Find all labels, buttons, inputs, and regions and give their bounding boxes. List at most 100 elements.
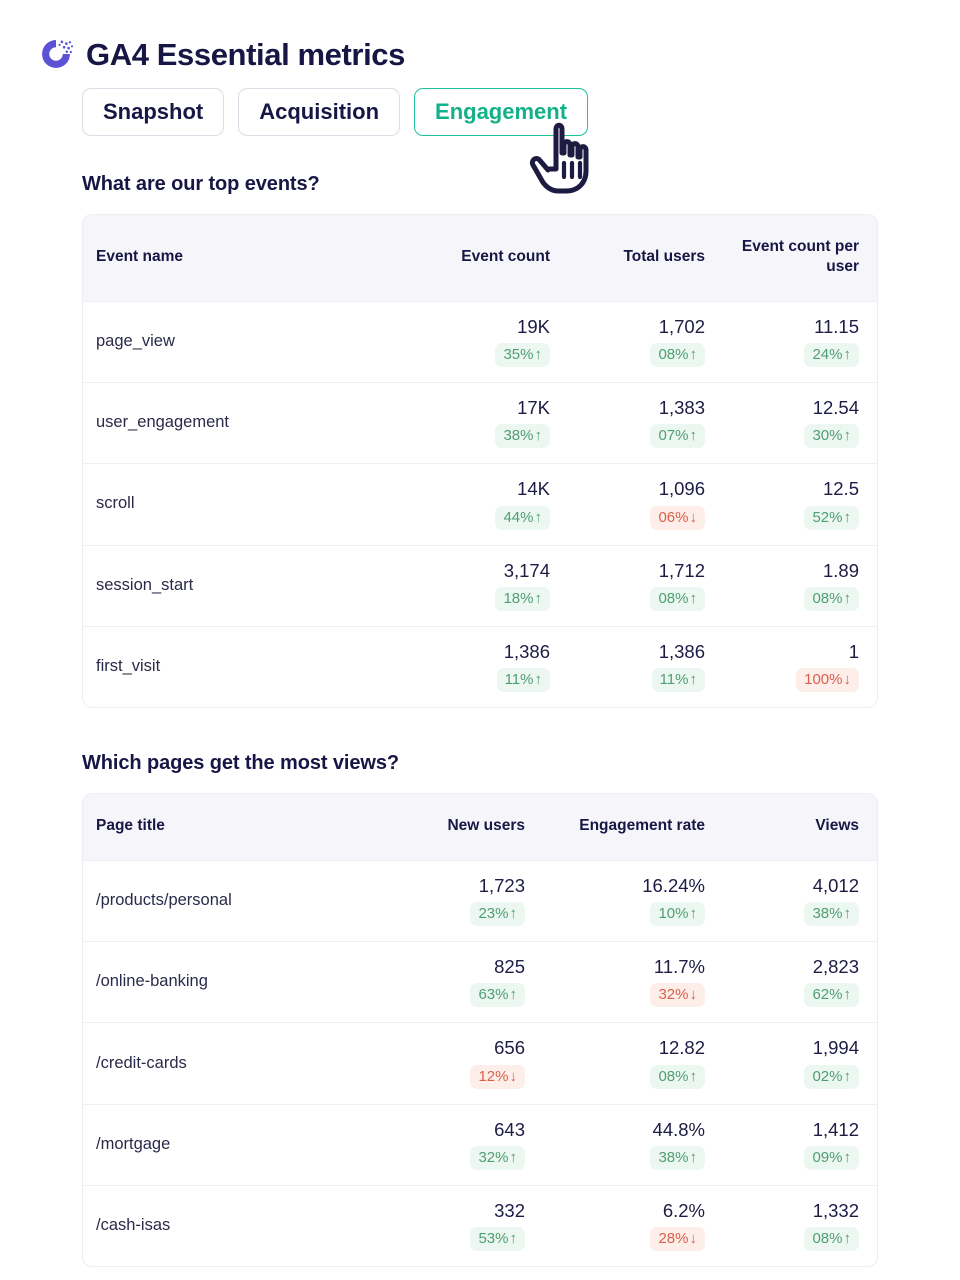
metric-value: 11.7% (653, 956, 705, 978)
delta-badge: 23%↑ (470, 902, 525, 927)
delta-value: 32% (658, 986, 689, 1004)
delta-badge: 38%↑ (804, 902, 859, 927)
delta-badge: 18%↑ (495, 586, 550, 611)
cell-page-title: /cash-isas (96, 1216, 171, 1235)
trend-up-icon: ↑ (843, 508, 852, 526)
delta-badge: 11%↑ (651, 668, 705, 693)
delta-badge: 30%↑ (804, 424, 859, 449)
metric-value: 1,332 (812, 1199, 859, 1221)
metric-value: 2,823 (812, 956, 859, 978)
table-row[interactable]: session_start 3,174 18%↑ 1,712 08%↑ 1.89… (83, 545, 877, 626)
delta-value: 12% (478, 1067, 509, 1085)
delta-value: 63% (478, 986, 509, 1004)
metric-value: 1,383 (658, 397, 705, 419)
trend-up-icon: ↑ (534, 427, 543, 445)
cell-metric: 14K 44%↑ (413, 464, 568, 545)
cell-metric: 1,386 11%↑ (568, 626, 723, 707)
delta-badge: 08%↑ (804, 1227, 859, 1252)
delta-value: 38% (812, 905, 843, 923)
cell-metric: 1,383 07%↑ (568, 383, 723, 464)
table-row[interactable]: user_engagement 17K 38%↑ 1,383 07%↑ 12.5… (83, 382, 877, 464)
delta-badge: 09%↑ (804, 1145, 859, 1170)
metric-value: 1,723 (478, 874, 525, 896)
table-row[interactable]: /mortgage 643 32%↑ 44.8% 38%↑ 1,412 09%↑ (83, 1104, 877, 1185)
cell-metric: 44.8% 38%↑ (543, 1104, 723, 1185)
cell-event-name: page_view (96, 331, 175, 350)
section-heading-pages: Which pages get the most views? (82, 752, 399, 775)
delta-badge: 52%↑ (804, 505, 859, 530)
metric-value: 14K (517, 478, 550, 500)
delta-value: 08% (658, 589, 689, 607)
delta-badge: 11%↑ (496, 668, 550, 693)
delta-badge: 38%↑ (495, 424, 550, 449)
metric-value: 1,994 (812, 1037, 859, 1059)
table-row[interactable]: /online-banking 825 63%↑ 11.7% 32%↓ 2,82… (83, 941, 877, 1023)
trend-up-icon: ↑ (689, 905, 698, 923)
table-row[interactable]: /products/personal 1,723 23%↑ 16.24% 10%… (83, 860, 877, 941)
trend-up-icon: ↑ (509, 1148, 518, 1166)
table-header: Event name Event count Total users Event… (83, 215, 877, 302)
tab-snapshot[interactable]: Snapshot (82, 88, 225, 137)
trend-up-icon: ↑ (843, 1230, 852, 1248)
delta-value: 08% (658, 1067, 689, 1085)
cell-metric: 825 63%↑ (383, 942, 543, 1023)
delta-badge: 32%↑ (470, 1145, 525, 1170)
table-row[interactable]: /credit-cards 656 12%↓ 12.82 08%↑ 1,994 … (83, 1022, 877, 1104)
delta-value: 30% (812, 427, 843, 445)
cell-page-title: /credit-cards (96, 1053, 187, 1072)
trend-up-icon: ↑ (689, 1148, 698, 1166)
column-header-event-name: Event name (83, 215, 413, 302)
delta-badge: 32%↓ (650, 983, 705, 1008)
cell-event-name: user_engagement (96, 413, 230, 432)
delta-value: 18% (503, 589, 534, 607)
cell-metric: 11.7% 32%↓ (543, 942, 723, 1023)
column-header-page-title: Page title (83, 794, 383, 861)
table-row[interactable]: /cash-isas 332 53%↑ 6.2% 28%↓ 1,332 08%↑ (83, 1185, 877, 1266)
table-row[interactable]: first_visit 1,386 11%↑ 1,386 11%↑ 1 100%… (83, 626, 877, 707)
table-header-row: Event name Event count Total users Event… (83, 215, 877, 302)
metric-value: 1,096 (658, 478, 705, 500)
metric-value: 332 (494, 1199, 525, 1221)
delta-value: 24% (812, 346, 843, 364)
delta-value: 38% (658, 1148, 689, 1166)
metric-value: 1,702 (658, 315, 705, 337)
delta-badge: 10%↑ (650, 902, 705, 927)
cell-metric: 1,702 08%↑ (568, 301, 723, 382)
app-header: GA4 Essential metrics (0, 0, 960, 72)
delta-badge: 63%↑ (470, 983, 525, 1008)
delta-value: 62% (812, 986, 843, 1004)
delta-value: 08% (658, 346, 689, 364)
trend-up-icon: ↑ (534, 589, 543, 607)
trend-down-icon: ↓ (689, 508, 698, 526)
tab-acquisition[interactable]: Acquisition (238, 88, 401, 137)
table-body: /products/personal 1,723 23%↑ 16.24% 10%… (83, 860, 877, 1266)
delta-value: 28% (658, 1230, 689, 1248)
trend-down-icon: ↓ (689, 1230, 698, 1248)
trend-up-icon: ↑ (843, 1148, 852, 1166)
table-row[interactable]: scroll 14K 44%↑ 1,096 06%↓ 12.5 52%↑ (83, 463, 877, 545)
cell-metric: 1,386 11%↑ (413, 626, 568, 707)
delta-badge: 100%↓ (796, 668, 859, 693)
delta-badge: 08%↑ (650, 586, 705, 611)
top-pages-table-container: Page title New users Engagement rate Vie… (82, 793, 878, 1268)
cell-metric: 12.82 08%↑ (543, 1023, 723, 1104)
metric-value: 6.2% (662, 1199, 705, 1221)
cell-metric: 332 53%↑ (383, 1185, 543, 1266)
tab-bar: Snapshot Acquisition Engagement (0, 72, 960, 137)
metric-value: 825 (494, 956, 525, 978)
cell-metric: 11.15 24%↑ (723, 301, 877, 382)
trend-up-icon: ↑ (534, 508, 543, 526)
metric-value: 12.54 (812, 397, 859, 419)
table-row[interactable]: page_view 19K 35%↑ 1,702 08%↑ 11.15 24%↑ (83, 301, 877, 382)
tab-engagement[interactable]: Engagement (414, 88, 589, 137)
cell-metric: 1,994 02%↑ (723, 1023, 877, 1104)
delta-badge: 08%↑ (650, 343, 705, 368)
cell-metric: 1,096 06%↓ (568, 464, 723, 545)
trend-up-icon: ↑ (689, 671, 698, 689)
cell-metric: 1.89 08%↑ (723, 545, 877, 626)
delta-badge: 07%↑ (650, 424, 705, 449)
delta-value: 02% (812, 1067, 843, 1085)
trend-up-icon: ↑ (509, 905, 518, 923)
metric-value: 44.8% (652, 1118, 705, 1140)
trend-down-icon: ↓ (509, 1067, 518, 1085)
